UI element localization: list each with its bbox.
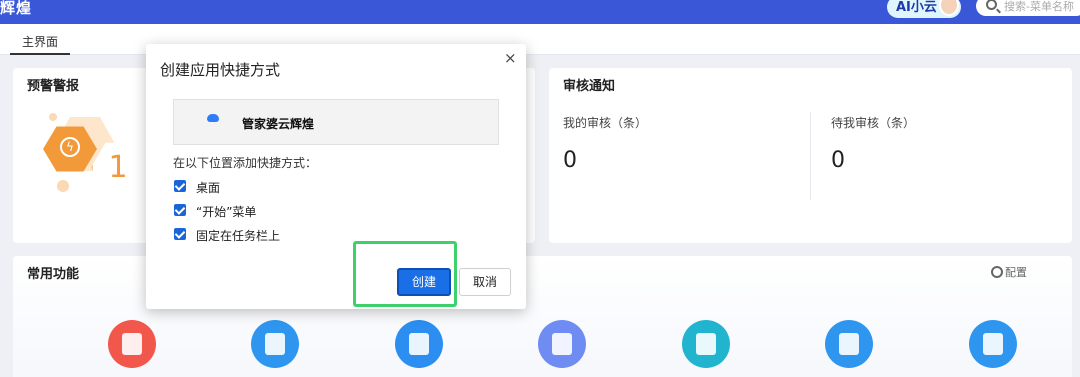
pending-audit-label: 待我审核（条）	[831, 116, 916, 130]
tab-main[interactable]: 主界面	[10, 32, 70, 55]
pending-audit-value[interactable]: 0	[831, 148, 845, 173]
search-input[interactable]: 搜索-菜单名称	[976, 0, 1080, 16]
my-audit-label: 我的审核（条）	[563, 116, 648, 130]
ai-assistant-button[interactable]: AI小云	[887, 0, 961, 18]
ai-avatar-icon	[939, 0, 959, 16]
audit-title: 审核通知	[563, 79, 616, 94]
ai-assistant-label: AI小云	[896, 0, 937, 15]
option-label: 桌面	[196, 181, 221, 195]
dialog-title: 创建应用快捷方式	[160, 61, 281, 79]
arrow-in-icon[interactable]	[538, 320, 586, 368]
cloud-icon	[207, 114, 219, 122]
document-icon[interactable]	[825, 320, 873, 368]
glyph	[839, 333, 859, 355]
top-bar: 辉煌 AI小云 搜索-菜单名称	[0, 0, 1080, 24]
audit-card: 审核通知 我的审核（条） 0 待我审核（条） 0	[549, 68, 1072, 243]
decor-dot	[49, 113, 57, 121]
option-label: 固定在任务栏上	[196, 229, 281, 243]
glyph	[696, 333, 716, 355]
warning-hex-graphic[interactable]: ϟ 1	[43, 110, 153, 205]
config-label: 配置	[1005, 266, 1027, 279]
glyph	[552, 333, 572, 355]
dialog-subtitle: 在以下位置添加快捷方式：	[173, 156, 318, 170]
search-icon	[986, 0, 997, 10]
chart-icon[interactable]	[395, 320, 443, 368]
checkbox-start-menu[interactable]	[174, 204, 186, 216]
checkbox-taskbar[interactable]	[174, 228, 186, 240]
option-label: “开始”菜单	[196, 205, 257, 219]
document-icon[interactable]	[251, 320, 299, 368]
app-name: 管家婆云辉煌	[242, 117, 315, 131]
decor-dot	[57, 180, 69, 192]
warning-title: 预警警报	[27, 79, 80, 94]
alert-bolt-icon: ϟ	[60, 137, 80, 157]
config-button[interactable]: 配置	[991, 264, 1027, 280]
search-placeholder: 搜索-菜单名称	[1004, 0, 1074, 13]
glyph	[983, 333, 1003, 355]
create-button[interactable]: 创建	[397, 268, 451, 296]
create-shortcut-dialog: 创建应用快捷方式 × 管家婆云辉煌 在以下位置添加快捷方式： 桌面 “开始”菜单…	[146, 44, 526, 309]
glyph	[265, 333, 285, 355]
glyph	[409, 333, 429, 355]
brand-logo: 辉煌	[0, 0, 33, 17]
cancel-button[interactable]: 取消	[459, 268, 511, 296]
functions-title: 常用功能	[27, 267, 80, 282]
divider	[810, 112, 811, 200]
document-icon[interactable]	[969, 320, 1017, 368]
close-icon[interactable]: ×	[504, 49, 517, 67]
app-preview: 管家婆云辉煌	[173, 99, 499, 145]
shopping-bag-icon[interactable]	[108, 320, 156, 368]
warning-count: 1	[108, 150, 128, 185]
glyph	[122, 333, 142, 355]
checkbox-desktop[interactable]	[174, 180, 186, 192]
inbox-icon[interactable]	[682, 320, 730, 368]
gear-icon	[991, 266, 1003, 278]
my-audit-value[interactable]: 0	[563, 148, 577, 173]
